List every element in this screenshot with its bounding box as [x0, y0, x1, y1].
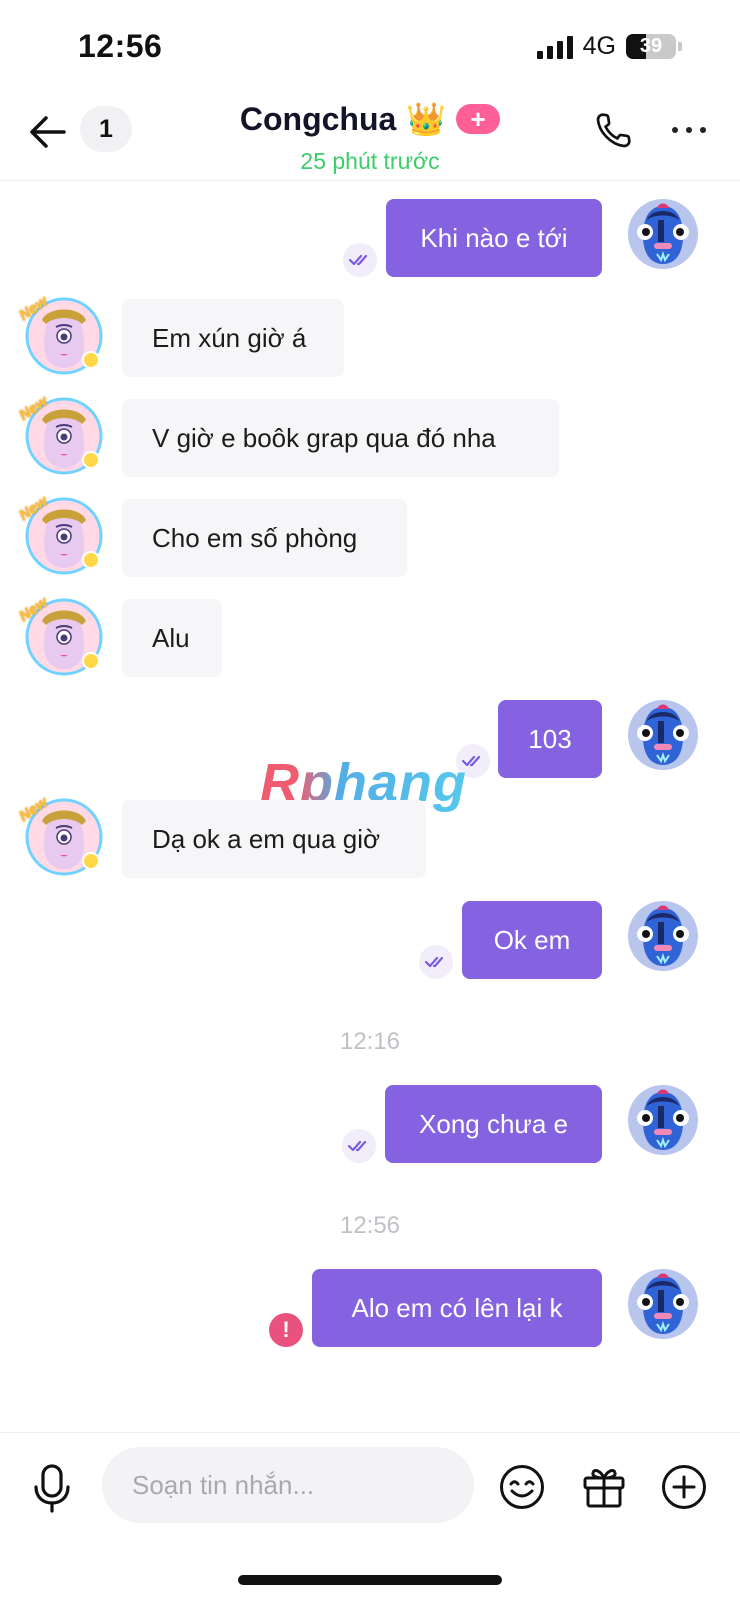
gift-icon — [583, 1469, 625, 1508]
incoming-message[interactable]: V giờ e boôk grap qua đó nha — [122, 399, 559, 477]
add-friend-button[interactable]: + — [456, 104, 501, 134]
crown-icon: 👑 — [406, 101, 447, 137]
voice-message-button[interactable] — [30, 1463, 74, 1515]
contact-avatar[interactable]: New — [16, 393, 103, 475]
message-input[interactable] — [130, 1468, 454, 1502]
my-avatar[interactable] — [627, 1084, 699, 1156]
send-error-icon[interactable]: ! — [269, 1313, 303, 1347]
outgoing-message[interactable]: Alo em có lên lại k — [312, 1269, 602, 1347]
gift-button[interactable] — [580, 1463, 628, 1511]
my-avatar[interactable] — [627, 1268, 699, 1340]
more-options-button[interactable] — [672, 118, 716, 142]
phone-icon — [596, 113, 631, 148]
attach-button[interactable] — [660, 1463, 708, 1511]
incoming-message[interactable]: Cho em số phòng — [122, 499, 407, 577]
my-avatar[interactable] — [627, 699, 699, 771]
incoming-message[interactable]: Em xún giờ á — [122, 299, 344, 377]
time-separator: 12:56 — [339, 1212, 401, 1239]
contact-title[interactable]: Congchua 👑 + — [239, 100, 501, 138]
home-indicator — [238, 1575, 502, 1585]
incoming-message[interactable]: Alu — [122, 599, 222, 677]
outgoing-message[interactable]: Ok em — [462, 901, 602, 979]
contact-name: Congchua — [239, 100, 397, 137]
sticker-button[interactable] — [498, 1463, 546, 1511]
contact-avatar[interactable]: New — [16, 293, 103, 375]
outgoing-message[interactable]: Khi nào e tới — [386, 199, 602, 277]
more-dots-icon — [672, 127, 678, 133]
contact-avatar[interactable]: New — [16, 594, 103, 676]
composer-bar — [0, 1432, 740, 1553]
outgoing-message[interactable]: 103 — [498, 700, 602, 778]
battery-tip — [678, 42, 682, 51]
call-button[interactable] — [590, 108, 636, 154]
battery-level: 39 — [639, 35, 663, 57]
my-avatar[interactable] — [627, 198, 699, 270]
time-separator: 12:16 — [339, 1028, 401, 1055]
contact-avatar[interactable]: New — [16, 794, 103, 876]
status-time: 12:56 — [78, 28, 163, 64]
network-label: 4G — [582, 32, 616, 60]
signal-icon — [536, 35, 573, 59]
double-check-icon — [343, 243, 377, 277]
battery-icon: 39 — [626, 34, 676, 59]
contact-avatar[interactable]: New — [16, 493, 103, 575]
chat-header: 1 Congchua 👑 + 25 phút trước — [0, 90, 740, 181]
double-check-icon — [342, 1129, 376, 1163]
plus-circle-icon — [662, 1465, 706, 1509]
status-indicators: 4G 39 — [536, 32, 682, 61]
message-composer[interactable] — [102, 1447, 474, 1523]
my-avatar[interactable] — [627, 900, 699, 972]
smiley-icon — [500, 1465, 544, 1509]
incoming-message[interactable]: Dạ ok a em qua giờ — [122, 800, 426, 878]
double-check-icon — [419, 945, 453, 979]
outgoing-message[interactable]: Xong chưa e — [385, 1085, 602, 1163]
microphone-icon — [34, 1464, 70, 1513]
